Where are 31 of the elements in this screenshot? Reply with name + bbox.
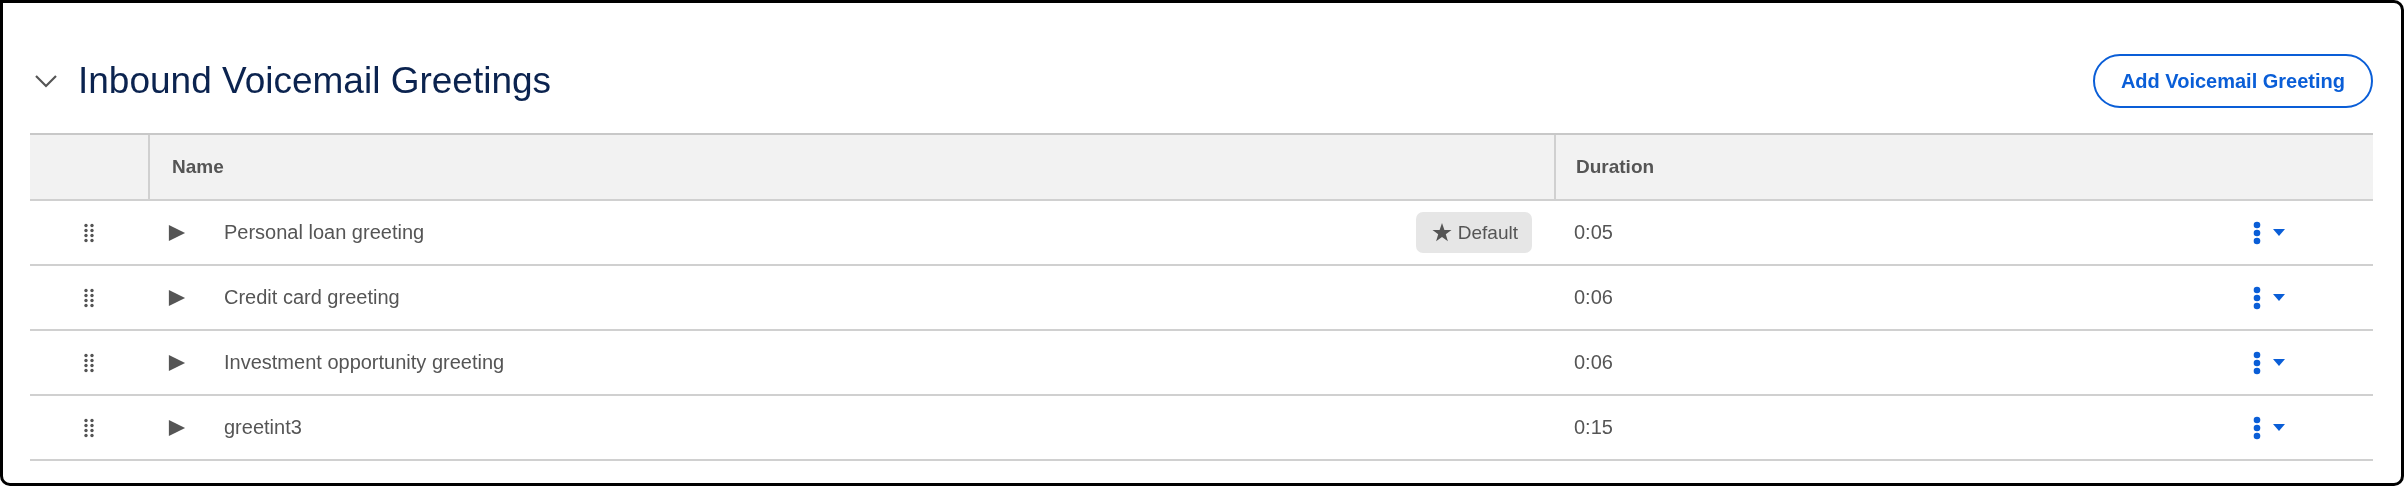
drag-handle-icon[interactable] <box>84 417 94 438</box>
duration-cell-text: 0:06 <box>1573 351 1614 374</box>
caret-icon[interactable] <box>2273 359 2285 366</box>
collapse-chevron-icon[interactable] <box>34 74 58 88</box>
drag-handle-icon[interactable] <box>84 222 94 243</box>
play-icon[interactable] <box>168 287 186 308</box>
play-icon[interactable] <box>168 417 186 438</box>
star-icon <box>1431 223 1452 242</box>
greeting-name: Investment opportunity greeting <box>224 351 505 374</box>
caret-icon[interactable] <box>2273 424 2285 431</box>
more-options-icon[interactable] <box>2253 285 2261 310</box>
more-options-icon[interactable] <box>2253 220 2261 245</box>
more-options-icon[interactable] <box>2253 415 2261 440</box>
badge-label: Default <box>1457 221 1518 244</box>
section-title: Inbound Voicemail Greetings <box>78 60 552 102</box>
duration-cell-text: 0:05 <box>1573 221 1614 244</box>
greeting-name: greetint3 <box>224 416 302 439</box>
play-icon[interactable] <box>168 352 186 373</box>
drag-handle-icon[interactable] <box>84 352 94 373</box>
duration-cell-text: 0:06 <box>1573 286 1614 309</box>
greeting-name: Credit card greeting <box>224 286 400 309</box>
play-icon[interactable] <box>168 222 186 243</box>
greeting-name: Personal loan greeting <box>224 221 425 244</box>
column-header: Name <box>150 135 1556 199</box>
more-options-icon[interactable] <box>2253 350 2261 375</box>
add-greeting-button[interactable]: Add Voicemail Greeting <box>2092 54 2373 108</box>
duration-cell-text: 0:15 <box>1573 416 1614 439</box>
caret-icon[interactable] <box>2273 229 2285 236</box>
drag-handle-icon[interactable] <box>84 287 94 308</box>
column-header: Duration <box>1575 156 1656 178</box>
caret-icon[interactable] <box>2273 294 2285 301</box>
